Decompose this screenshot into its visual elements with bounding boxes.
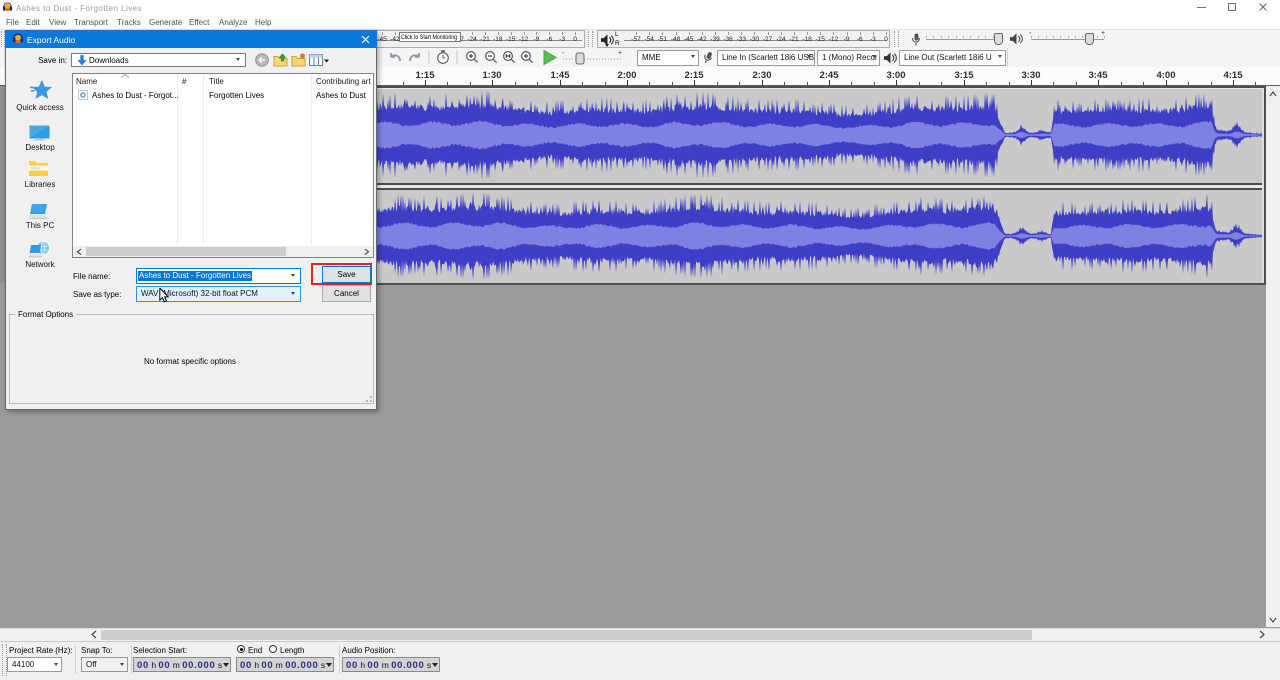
svg-text:+: + [618,50,622,57]
svg-text:-: - [562,50,565,57]
